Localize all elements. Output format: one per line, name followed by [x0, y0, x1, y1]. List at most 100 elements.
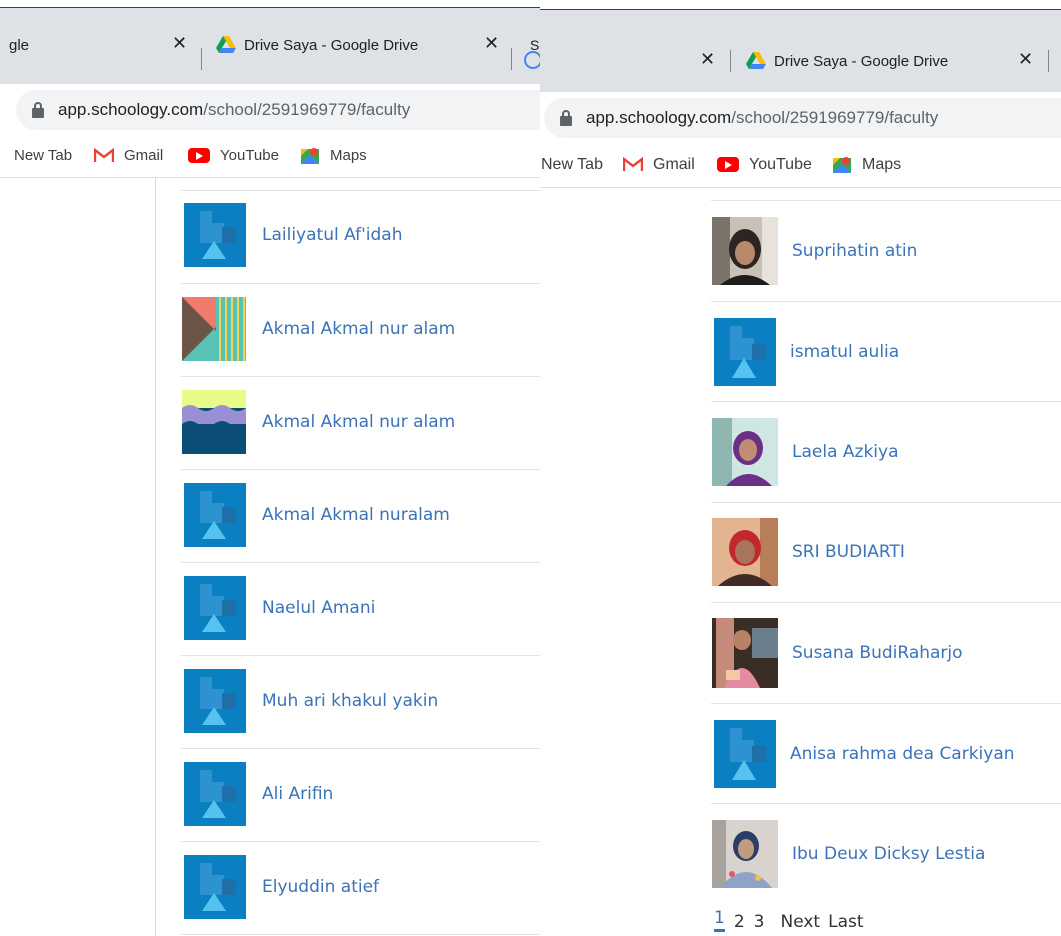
list-item[interactable]: Suprihatin atin [712, 217, 917, 285]
faculty-list: Lailiyatul Af'idah Akmal Akmal nur alam [0, 178, 540, 936]
bookmark-maps[interactable]: Maps [832, 142, 901, 187]
list-item[interactable]: Muh ari khakul yakin [182, 669, 438, 733]
default-avatar[interactable] [182, 483, 246, 547]
bookmark-label: New Tab [541, 155, 603, 173]
url-field[interactable]: app.schoology.com/school/2591969779/facu… [16, 90, 540, 130]
pagination: 1 2 3 Next Last [714, 908, 873, 932]
url-host: app.schoology.com [58, 100, 204, 119]
bookmark-label: YouTube [749, 155, 812, 173]
member-name[interactable]: Susana BudiRaharjo [792, 643, 963, 663]
close-tab-icon[interactable]: ✕ [1018, 49, 1033, 70]
list-item[interactable]: Akmal Akmal nur alam [182, 390, 455, 454]
row-divider [181, 469, 540, 470]
list-item[interactable]: Lailiyatul Af'idah [182, 203, 403, 267]
member-name[interactable]: Akmal Akmal nur alam [262, 412, 455, 432]
last-page-link[interactable]: Last [828, 912, 863, 932]
lock-icon[interactable] [32, 102, 44, 118]
row-divider [711, 301, 1061, 302]
close-tab-icon[interactable]: ✕ [172, 33, 187, 54]
list-item[interactable]: Naelul Amani [182, 576, 375, 640]
close-tab-icon[interactable]: ✕ [700, 49, 715, 70]
sidebar-border [155, 178, 156, 936]
page-link-current[interactable]: 1 [714, 908, 725, 932]
list-item[interactable]: Ali Arifin [182, 762, 333, 826]
user-photo-avatar[interactable] [712, 418, 778, 486]
member-name[interactable]: ismatul aulia [790, 342, 899, 362]
list-item[interactable]: SRI BUDIARTI [712, 518, 905, 586]
page-link[interactable]: 2 [734, 912, 745, 932]
tab-google-drive[interactable]: Drive Saya - Google Drive [216, 22, 418, 68]
user-photo-avatar[interactable] [712, 618, 778, 688]
tab-strip: gle ✕ Drive Saya - Google Drive ✕ Se [0, 8, 540, 84]
bookmark-label: Gmail [124, 147, 164, 164]
list-item[interactable]: ismatul aulia [712, 318, 899, 386]
tab-google-drive[interactable]: Drive Saya - Google Drive [746, 38, 948, 84]
bookmark-youtube[interactable]: YouTube [188, 134, 279, 177]
page-link[interactable]: 3 [754, 912, 765, 932]
member-name[interactable]: Akmal Akmal nur alam [262, 319, 455, 339]
next-page-link[interactable]: Next [780, 912, 820, 932]
bookmark-label: Gmail [653, 155, 695, 173]
list-item[interactable]: Susana BudiRaharjo [712, 618, 963, 688]
tab-next-title: Se [530, 37, 540, 53]
list-item[interactable]: Elyuddin atief [182, 855, 379, 919]
default-avatar[interactable] [182, 855, 246, 919]
google-drive-icon [216, 36, 236, 53]
tab-divider [201, 48, 202, 70]
member-name[interactable]: Anisa rahma dea Carkiyan [790, 744, 1015, 764]
row-divider [711, 803, 1061, 804]
member-name[interactable]: Naelul Amani [262, 598, 375, 618]
default-avatar[interactable] [182, 203, 246, 267]
tab-previous[interactable]: gle [9, 22, 29, 68]
close-tab-icon[interactable]: ✕ [484, 33, 499, 54]
user-photo-avatar[interactable] [712, 518, 778, 586]
url-path: /school/2591969779/faculty [203, 100, 411, 119]
tab-title: Drive Saya - Google Drive [244, 36, 419, 54]
default-avatar[interactable] [182, 576, 246, 640]
tab-next[interactable]: Se [530, 22, 540, 68]
list-item[interactable]: Akmal Akmal nuralam [182, 483, 450, 547]
default-avatar[interactable] [712, 720, 776, 788]
bookmark-new-tab[interactable]: New Tab [541, 142, 603, 187]
row-divider [181, 190, 540, 191]
member-name[interactable]: Muh ari khakul yakin [262, 691, 438, 711]
member-name[interactable]: SRI BUDIARTI [792, 542, 905, 562]
member-name[interactable]: Ibu Deux Dicksy Lestia [792, 844, 985, 864]
row-divider [711, 502, 1061, 503]
gmail-icon [94, 148, 114, 162]
list-item[interactable]: Akmal Akmal nur alam [182, 297, 455, 361]
maps-icon [833, 156, 851, 173]
faculty-list: Suprihatin atin ismatul aulia Laela Azki… [540, 188, 1061, 936]
url-field[interactable]: app.schoology.com/school/2591969779/facu… [544, 98, 1061, 138]
list-item[interactable]: Anisa rahma dea Carkiyan [712, 720, 1015, 788]
member-name[interactable]: Ali Arifin [262, 784, 333, 804]
bookmark-new-tab[interactable]: New Tab [14, 134, 72, 177]
tab-previous-title: gle [9, 36, 30, 54]
row-divider [181, 376, 540, 377]
address-bar: app.schoology.com/school/2591969779/facu… [0, 84, 540, 134]
user-photo-avatar[interactable] [712, 820, 778, 888]
list-item[interactable]: Ibu Deux Dicksy Lestia [712, 820, 985, 888]
user-photo-avatar[interactable] [712, 217, 778, 285]
default-avatar[interactable] [712, 318, 776, 386]
pattern-avatar[interactable] [182, 390, 246, 454]
member-name[interactable]: Laela Azkiya [792, 442, 899, 462]
row-divider [711, 602, 1061, 603]
row-divider [181, 841, 540, 842]
list-item[interactable]: Laela Azkiya [712, 418, 899, 486]
pattern-avatar[interactable] [182, 297, 246, 361]
member-name[interactable]: Suprihatin atin [792, 241, 917, 261]
bookmark-gmail[interactable]: Gmail [94, 134, 163, 177]
browser-window-right: ✕ Drive Saya - Google Drive ✕ app.school… [540, 0, 1061, 936]
lock-icon[interactable] [560, 110, 572, 126]
bookmark-youtube[interactable]: YouTube [717, 142, 812, 187]
member-name[interactable]: Lailiyatul Af'idah [262, 225, 403, 245]
bookmark-label: Maps [862, 155, 902, 173]
bookmark-gmail[interactable]: Gmail [623, 142, 695, 187]
default-avatar[interactable] [182, 762, 246, 826]
default-avatar[interactable] [182, 669, 246, 733]
bookmark-maps[interactable]: Maps [300, 134, 367, 177]
member-name[interactable]: Akmal Akmal nuralam [262, 505, 450, 525]
row-divider [181, 655, 540, 656]
member-name[interactable]: Elyuddin atief [262, 877, 379, 897]
